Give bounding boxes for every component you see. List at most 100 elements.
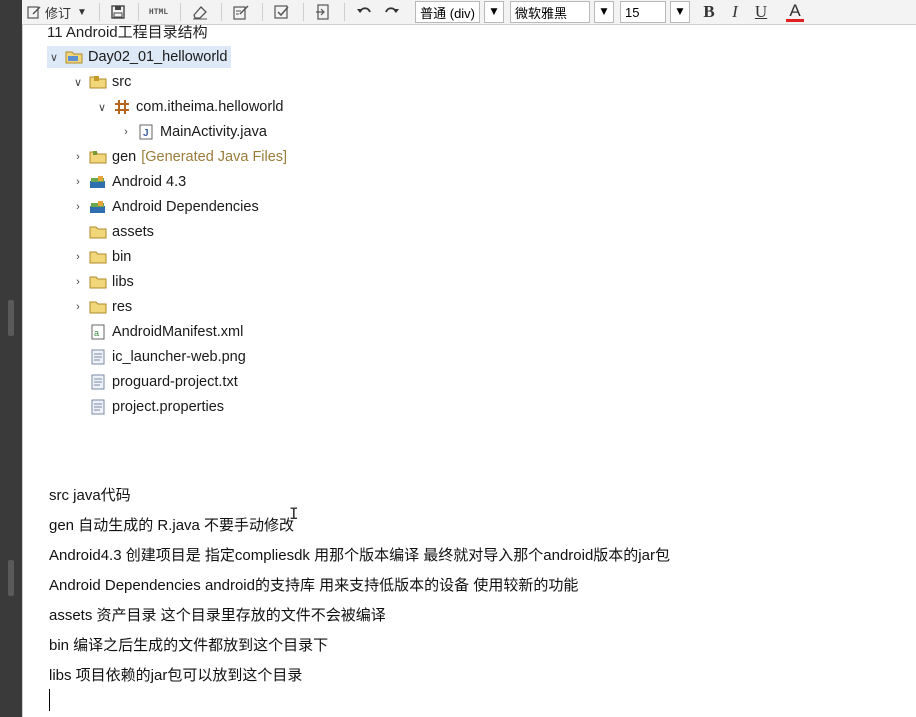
html-source-button[interactable]: HTML xyxy=(145,1,172,23)
clear-format-button[interactable] xyxy=(187,1,213,23)
font-color-label: A xyxy=(789,0,801,20)
library-icon xyxy=(89,199,107,215)
tree-node-main-activity: › J MainActivity.java xyxy=(119,121,267,143)
font-size-dropdown[interactable]: ▼ xyxy=(670,1,691,23)
note-line: gen 自动生成的 R.java 不要手动修改 xyxy=(49,517,295,534)
font-size-value: 15 xyxy=(625,4,640,20)
tree-node-properties: project.properties xyxy=(89,396,224,418)
paragraph-format-value: 普通 (div) xyxy=(420,5,476,21)
window-frame-left xyxy=(0,0,22,717)
bold-label: B xyxy=(703,2,715,21)
chevron-right-icon: › xyxy=(76,251,80,263)
chevron-right-icon: › xyxy=(76,201,80,213)
tree-node-label: Android Dependencies xyxy=(112,199,259,215)
paragraph-format-dropdown[interactable]: ▼ xyxy=(484,1,505,23)
tree-node-label: Android 4.3 xyxy=(112,174,187,190)
save-button[interactable] xyxy=(106,1,130,23)
tree-node-android-sdk: › Android 4.3 xyxy=(71,171,186,193)
tree-node-label: proguard-project.txt xyxy=(112,374,238,390)
chevron-down-icon: ▼ xyxy=(676,7,684,17)
insert-attachment-button[interactable] xyxy=(310,1,336,23)
tree-node-manifest: a AndroidManifest.xml xyxy=(89,321,243,343)
checkbox-icon xyxy=(273,3,291,21)
bold-button[interactable]: B xyxy=(696,1,722,23)
note-line: bin 编译之后生成的文件都放到这个目录下 xyxy=(49,637,329,654)
attachment-icon xyxy=(314,3,332,21)
italic-button[interactable]: I xyxy=(722,1,748,23)
toolbar-divider xyxy=(262,3,264,21)
redo-icon xyxy=(383,4,401,20)
library-icon xyxy=(89,174,107,190)
html-icon: HTML xyxy=(148,7,169,17)
editor-toolbar: 修订 ▼ HTML 普通 (div) ▼ 微软雅黑 ▼ 15 ▼ B I U A xyxy=(22,0,916,25)
note-line: Android4.3 创建项目是 指定compliesdk 用那个版本编译 最终… xyxy=(49,547,670,564)
tree-node-label: com.itheima.helloworld xyxy=(136,99,284,115)
undo-button[interactable] xyxy=(351,1,377,23)
svg-text:J: J xyxy=(143,128,149,139)
chevron-right-icon: › xyxy=(76,301,80,313)
editor-body[interactable]: 11 Android工程目录结构 ∨ Day02_01_helloworld ∨… xyxy=(22,25,916,717)
folder-icon xyxy=(89,299,107,315)
xml-file-icon: a xyxy=(89,324,107,340)
tree-node-label: Day02_01_helloworld xyxy=(88,49,228,65)
checkbox-button[interactable] xyxy=(269,1,295,23)
paragraph-format-select[interactable]: 普通 (div) xyxy=(415,1,481,23)
chevron-down-icon: ∨ xyxy=(97,101,107,114)
font-color-button[interactable]: A xyxy=(782,1,808,23)
tree-node-package: ∨ com.itheima.helloworld xyxy=(95,96,284,118)
file-icon xyxy=(89,374,107,390)
text-cursor-icon: I xyxy=(289,504,299,523)
tree-node-libs: › libs xyxy=(71,271,134,293)
tree-node-launcher: ic_launcher-web.png xyxy=(89,346,246,368)
toolbar-divider xyxy=(303,3,305,21)
italic-label: I xyxy=(732,2,738,21)
tree-node-label: libs xyxy=(112,274,134,290)
java-file-icon: J xyxy=(137,124,155,140)
chevron-down-icon: ▼ xyxy=(600,7,608,17)
tree-node-bin: › bin xyxy=(71,246,131,268)
tree-node-label: res xyxy=(112,299,133,315)
frame-marker xyxy=(8,300,14,336)
tree-node-label: ic_launcher-web.png xyxy=(112,349,246,365)
note-line: libs 项目依赖的jar包可以放到这个目录 xyxy=(49,667,303,684)
toolbar-divider xyxy=(221,3,223,21)
font-family-select[interactable]: 微软雅黑 xyxy=(510,1,591,23)
underline-label: U xyxy=(754,2,768,21)
font-family-dropdown[interactable]: ▼ xyxy=(594,1,615,23)
tree-node-label: bin xyxy=(112,249,132,265)
tree-node-label: project.properties xyxy=(112,399,225,415)
notes-text[interactable]: src java代码 gen 自动生成的 R.java 不要手动修改 Andro… xyxy=(49,481,670,691)
tree-node-gen: › gen [Generated Java Files] xyxy=(71,146,287,168)
svg-text:a: a xyxy=(94,328,99,338)
save-icon xyxy=(110,4,126,20)
eraser-icon xyxy=(191,4,209,20)
note-line: src java代码 xyxy=(49,487,131,504)
generated-folder-icon xyxy=(89,149,107,165)
font-family-value: 微软雅黑 xyxy=(515,5,568,21)
chevron-right-icon: › xyxy=(76,276,80,288)
tree-node-annotation: [Generated Java Files] xyxy=(141,149,288,165)
underline-button[interactable]: U xyxy=(748,1,774,23)
toolbar-divider xyxy=(98,3,100,21)
text-caret xyxy=(49,689,50,711)
redo-button[interactable] xyxy=(379,1,405,23)
note-line: Android Dependencies android的支持库 用来支持低版本… xyxy=(49,577,579,594)
revise-button[interactable]: 修订 ▼ xyxy=(22,1,91,23)
toolbar-divider xyxy=(344,3,346,21)
chevron-down-icon: ▼ xyxy=(77,6,87,18)
tree-node-label: src xyxy=(112,74,132,90)
tree-node-label: MainActivity.java xyxy=(160,124,267,140)
chevron-right-icon: › xyxy=(76,151,80,163)
revise-icon xyxy=(26,4,42,20)
undo-icon xyxy=(355,4,373,20)
format-painter-button[interactable] xyxy=(228,1,254,23)
file-icon xyxy=(89,399,107,415)
project-folder-icon xyxy=(65,49,83,65)
tree-node-label: gen xyxy=(112,149,137,165)
tree-node-android-deps: › Android Dependencies xyxy=(71,196,259,218)
folder-icon xyxy=(89,224,107,240)
tree-node-root: ∨ Day02_01_helloworld xyxy=(47,46,232,68)
chevron-down-icon: ∨ xyxy=(49,51,59,64)
font-size-select[interactable]: 15 xyxy=(620,1,667,23)
tree-node-label: assets xyxy=(112,224,154,240)
